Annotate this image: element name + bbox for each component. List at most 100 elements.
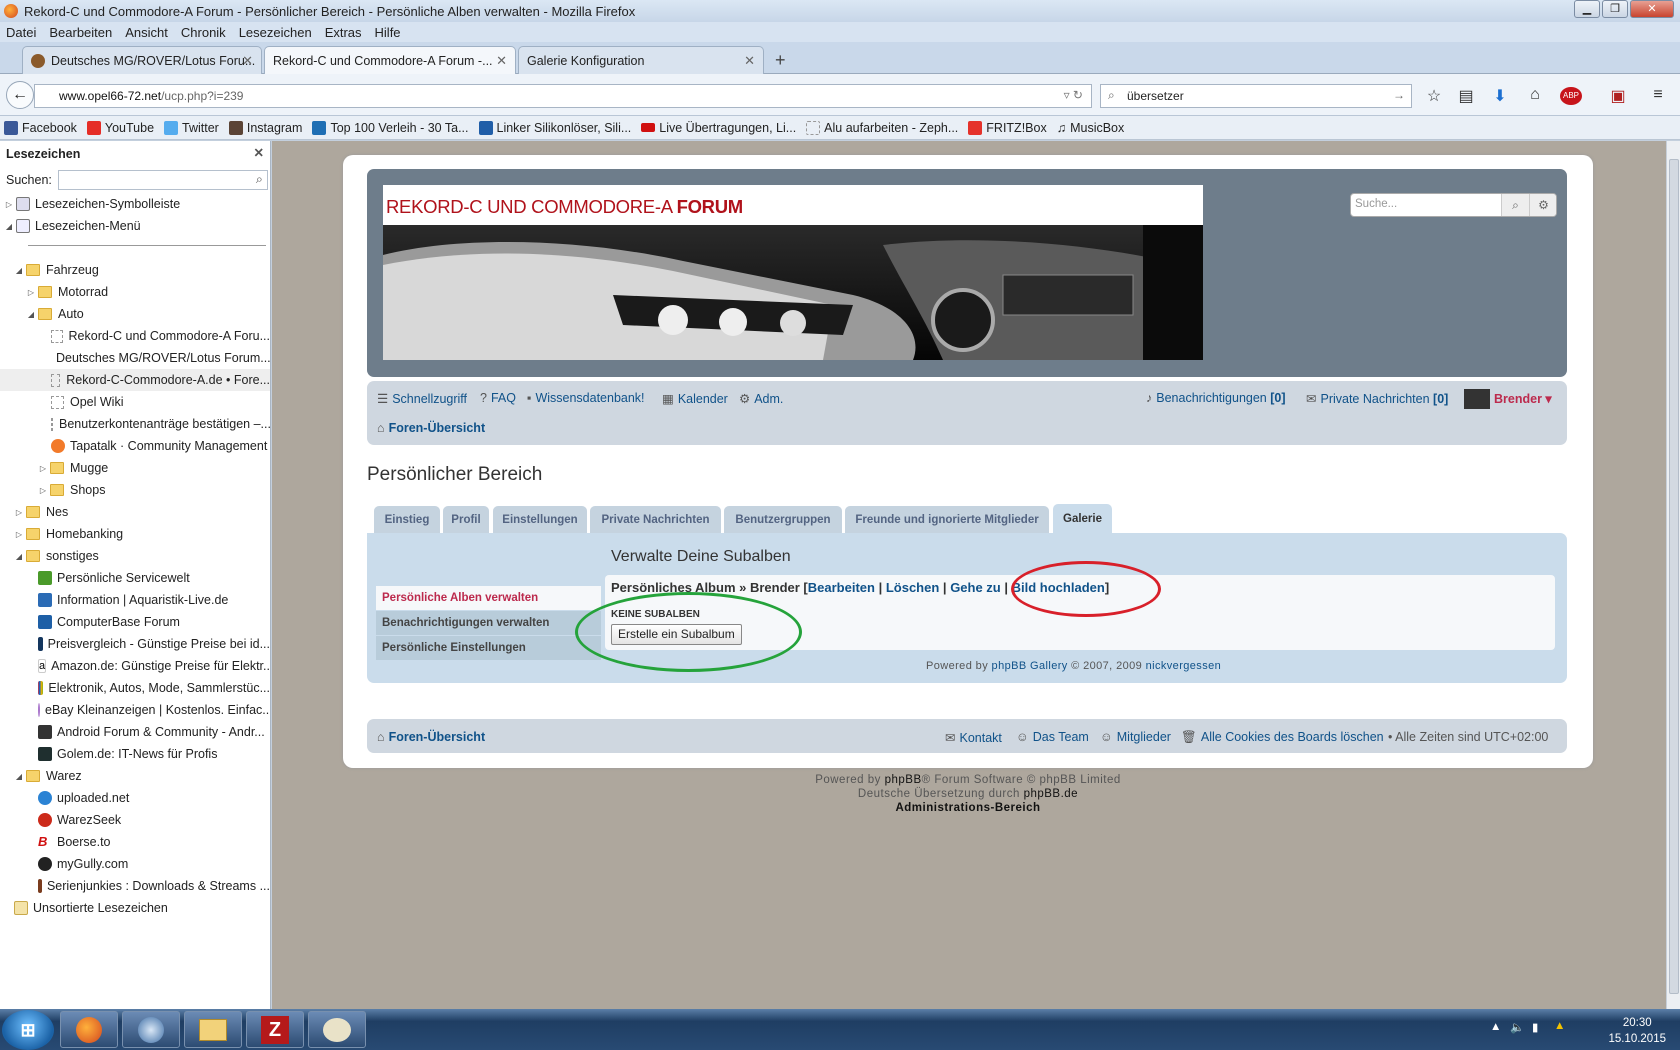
- tree-bookmark[interactable]: Serienjunkies : Downloads & Streams ...: [0, 875, 270, 897]
- menu-chronik[interactable]: Chronik: [181, 25, 226, 40]
- menu-hilfe[interactable]: Hilfe: [375, 25, 401, 40]
- addon-icon[interactable]: ▣: [1608, 86, 1628, 106]
- scrollbar-thumb[interactable]: [1669, 159, 1679, 994]
- close-window-button[interactable]: ✕: [1630, 0, 1674, 18]
- notifications-link[interactable]: ♪ Benachrichtigungen [0]: [1146, 391, 1286, 405]
- menu-hamburger-icon[interactable]: ≡: [1648, 86, 1668, 106]
- tab-profil[interactable]: Profil: [443, 506, 489, 533]
- tree-folder[interactable]: ◢ Warez: [0, 765, 270, 787]
- download-icon[interactable]: ⬇: [1490, 86, 1510, 106]
- taskbar-filezilla[interactable]: Z: [246, 1011, 304, 1048]
- avatar[interactable]: [1464, 389, 1490, 409]
- tab-galerie-konfiguration[interactable]: Galerie Konfiguration ✕: [518, 46, 764, 74]
- tree-bookmark[interactable]: Information | Aquaristik-Live.de: [0, 589, 270, 611]
- volume-icon[interactable]: 🔈: [1510, 1020, 1524, 1034]
- gear-icon[interactable]: ⚙: [1529, 194, 1556, 216]
- bookmark-top100[interactable]: Top 100 Verleih - 30 Ta...: [312, 120, 469, 135]
- menu-ansicht[interactable]: Ansicht: [125, 25, 168, 40]
- footer-home-link[interactable]: ⌂ Foren-Übersicht: [377, 730, 485, 744]
- menu-datei[interactable]: Datei: [6, 25, 36, 40]
- tab-private-nachrichten[interactable]: Private Nachrichten: [590, 506, 721, 533]
- maximize-button[interactable]: ❐: [1602, 0, 1628, 18]
- tree-bookmark[interactable]: Benutzerkontenanträge bestätigen –...: [0, 413, 270, 435]
- taskbar-explorer[interactable]: [184, 1011, 242, 1048]
- tree-bookmark[interactable]: Persönliche Servicewelt: [0, 567, 270, 589]
- bookmark-fritzbox[interactable]: FRITZ!Box: [968, 120, 1047, 135]
- admin-panel-link[interactable]: Administrations-Bereich: [343, 801, 1593, 815]
- sidebar-search-input[interactable]: ⌕: [57, 170, 268, 190]
- search-bar[interactable]: ⌕ übersetzer →: [1100, 84, 1412, 108]
- bookmark-silikon[interactable]: Linker Silikonlöser, Sili...: [478, 120, 631, 135]
- forum-search-input[interactable]: Suche...: [1351, 194, 1501, 216]
- tree-bookmark[interactable]: Golem.de: IT-News für Profis: [0, 743, 270, 765]
- url-bar[interactable]: www.opel66-72.net/ucp.php?i=239 ▿ ↻: [34, 84, 1092, 108]
- team-link[interactable]: ☺ Das Team: [1016, 730, 1089, 744]
- faq-link[interactable]: ? FAQ: [480, 391, 516, 405]
- quick-access-link[interactable]: ☰ Schnellzugriff: [377, 391, 467, 406]
- bookmark-star-icon[interactable]: ☆: [1424, 86, 1444, 106]
- tree-bookmark[interactable]: myGully.com: [0, 853, 270, 875]
- tree-bookmark[interactable]: eBay Kleinanzeigen | Kostenlos. Einfac..…: [0, 699, 270, 721]
- bookmark-alu[interactable]: Alu aufarbeiten - Zeph...: [806, 120, 958, 135]
- tree-bookmark[interactable]: Android Forum & Community - Andr...: [0, 721, 270, 743]
- tree-bookmark[interactable]: Rekord-C-Commodore-A.de • Fore...: [0, 369, 270, 391]
- tree-bookmark[interactable]: a Amazon.de: Günstige Preise für Elektr..…: [0, 655, 270, 677]
- bookmark-youtube[interactable]: YouTube: [86, 120, 154, 135]
- edit-album-link[interactable]: Bearbeiten: [808, 580, 875, 595]
- bookmark-twitter[interactable]: Twitter: [164, 120, 219, 135]
- close-icon[interactable]: ✕: [254, 145, 264, 160]
- tab-einstellungen[interactable]: Einstellungen: [493, 506, 587, 533]
- tab-galerie[interactable]: Galerie: [1053, 504, 1112, 533]
- forum-banner[interactable]: REKORD-C UND COMMODORE-A FORUM: [383, 185, 1203, 360]
- phpbb-gallery-link[interactable]: phpBB Gallery: [992, 660, 1068, 672]
- tree-folder[interactable]: ◢ Auto: [0, 303, 270, 325]
- goto-album-link[interactable]: Gehe zu: [950, 580, 1001, 595]
- tree-bookmark[interactable]: ComputerBase Forum: [0, 611, 270, 633]
- tab-einstieg[interactable]: Einstieg: [374, 506, 440, 533]
- tree-bookmark[interactable]: B Boerse.to: [0, 831, 270, 853]
- menu-bearbeiten[interactable]: Bearbeiten: [49, 25, 112, 40]
- close-tab-icon[interactable]: ✕: [242, 53, 253, 69]
- tray-arrow-icon[interactable]: ▲: [1490, 1021, 1501, 1033]
- tree-bookmark[interactable]: uploaded.net: [0, 787, 270, 809]
- reading-list-icon[interactable]: ▤: [1456, 86, 1476, 106]
- page-scrollbar[interactable]: [1666, 141, 1680, 1009]
- tree-folder[interactable]: ▷ Nes: [0, 501, 270, 523]
- home-icon[interactable]: ⌂: [1525, 86, 1545, 106]
- taskbar-thunderbird[interactable]: [122, 1011, 180, 1048]
- minimize-button[interactable]: ▁: [1574, 0, 1600, 18]
- tree-bookmark[interactable]: Elektronik, Autos, Mode, Sammlerstüc...: [0, 677, 270, 699]
- menu-extras[interactable]: Extras: [325, 25, 362, 40]
- tree-bookmark[interactable]: Rekord-C und Commodore-A Foru...: [0, 325, 270, 347]
- breadcrumb[interactable]: ⌂ Foren-Übersicht: [377, 421, 485, 435]
- new-tab-button[interactable]: +: [775, 50, 786, 71]
- tree-bookmark[interactable]: WarezSeek: [0, 809, 270, 831]
- bookmark-facebook[interactable]: Facebook: [4, 120, 77, 135]
- start-button[interactable]: ⊞: [2, 1010, 54, 1050]
- drive-icon[interactable]: ▲: [1554, 1020, 1565, 1032]
- bookmark-instagram[interactable]: Instagram: [228, 120, 302, 135]
- delete-cookies-link[interactable]: 🗑 Alle Cookies des Boards löschen: [1181, 730, 1384, 745]
- tab-rekord-forum[interactable]: Rekord-C und Commodore-A Forum -... ✕: [264, 46, 516, 75]
- back-button[interactable]: ←: [6, 81, 34, 109]
- tree-bookmark[interactable]: Deutsches MG/ROVER/Lotus Forum...: [0, 347, 270, 369]
- reload-icon[interactable]: ▿ ↻: [1064, 88, 1083, 102]
- tree-folder[interactable]: ◢ Fahrzeug: [0, 259, 270, 281]
- adblock-icon[interactable]: ABP: [1560, 87, 1582, 105]
- clock[interactable]: 20:30 15.10.2015: [1608, 1015, 1666, 1047]
- tree-bookmark[interactable]: Opel Wiki: [0, 391, 270, 413]
- knowledge-base-link[interactable]: ▪ Wissensdatenbank!: [527, 391, 645, 405]
- close-tab-icon[interactable]: ✕: [744, 53, 755, 69]
- tree-item[interactable]: Unsortierte Lesezeichen: [0, 897, 270, 919]
- menu-lesezeichen[interactable]: Lesezeichen: [239, 25, 312, 40]
- tree-folder[interactable]: ▷ Motorrad: [0, 281, 270, 303]
- tab-benutzergruppen[interactable]: Benutzergruppen: [724, 506, 842, 533]
- members-link[interactable]: ☺ Mitglieder: [1100, 730, 1171, 744]
- private-messages-link[interactable]: ✉ Private Nachrichten [0]: [1306, 391, 1448, 406]
- delete-album-link[interactable]: Löschen: [886, 580, 939, 595]
- admin-link[interactable]: ⚙ Adm.: [739, 391, 783, 406]
- menu-benachrichtigungen[interactable]: Benachrichtigungen verwalten: [376, 611, 601, 635]
- network-icon[interactable]: ▮: [1532, 1020, 1538, 1034]
- search-icon[interactable]: ⌕: [1501, 194, 1529, 216]
- phpbb-link[interactable]: phpBB: [885, 774, 922, 786]
